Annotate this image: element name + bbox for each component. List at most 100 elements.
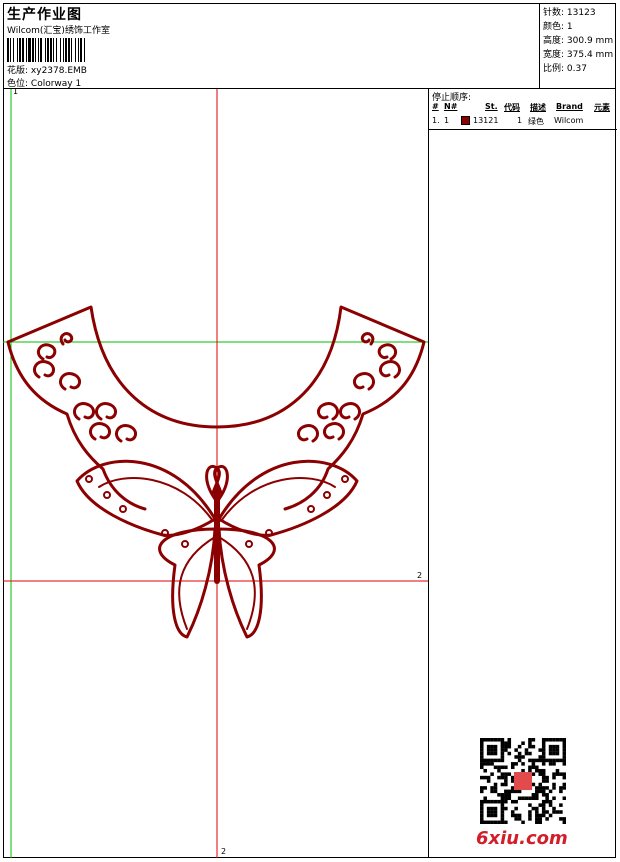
col-element: 元素 — [594, 103, 610, 112]
qr-module — [510, 762, 515, 766]
qr-module — [504, 765, 508, 770]
qr-module — [493, 751, 498, 756]
qr-module — [524, 796, 529, 801]
table-divider — [429, 129, 617, 130]
qr-module — [507, 789, 512, 794]
qr-module — [552, 748, 556, 752]
barcode-bar — [63, 38, 64, 62]
qr-module — [504, 741, 508, 745]
qr-module — [538, 782, 543, 787]
qr-module — [528, 738, 532, 742]
qr-module — [545, 793, 549, 797]
qr-module — [500, 758, 505, 763]
stat-colors: 颜色: 1 — [543, 19, 573, 32]
barcode-bar — [19, 38, 21, 62]
stat-width-label: 宽度: — [543, 50, 565, 60]
qr-module — [555, 758, 560, 763]
qr-module — [504, 793, 508, 797]
qr-module — [486, 751, 491, 756]
qr-module — [552, 744, 556, 749]
qr-module — [517, 789, 522, 794]
qr-module — [562, 775, 566, 780]
qr-module — [555, 772, 560, 776]
barcode-bar — [80, 38, 82, 62]
stat-width: 宽度: 375.4 mm — [543, 47, 613, 60]
qr-module — [552, 786, 556, 790]
qr-module — [559, 738, 563, 742]
qr-module — [562, 817, 566, 821]
qr-module — [535, 813, 539, 818]
qr-module — [541, 775, 546, 780]
qr-module — [541, 779, 546, 783]
qr-module — [507, 741, 512, 745]
qr-module — [545, 779, 549, 783]
qr-module — [548, 803, 553, 807]
qr-module — [514, 762, 518, 766]
qr-module — [480, 803, 484, 807]
qr-module — [521, 820, 525, 824]
stop-sequence-header: # N# St. 代码 描述 Brand 元素 — [432, 102, 616, 114]
qr-module — [535, 820, 539, 824]
qr-module — [517, 796, 522, 801]
qr-module — [562, 741, 566, 745]
qr-module — [552, 772, 556, 776]
barcode — [7, 38, 85, 62]
qr-module — [541, 758, 546, 763]
row-code: 1 — [517, 116, 523, 125]
qr-module — [493, 820, 498, 824]
qr-module — [541, 741, 546, 745]
qr-module — [480, 789, 484, 794]
qr-module — [480, 786, 484, 790]
qr-module — [493, 806, 498, 811]
stat-colors-value: 1 — [566, 22, 573, 32]
qr-module — [552, 751, 556, 756]
qr-module — [562, 786, 566, 790]
qr-module — [559, 772, 563, 776]
qr-module — [552, 762, 556, 766]
stat-stitches: 针数: 13123 — [543, 5, 596, 18]
qr-module — [552, 796, 556, 801]
qr-module — [480, 748, 484, 752]
qr-module — [541, 751, 546, 756]
qr-module — [562, 744, 566, 749]
qr-module — [541, 768, 546, 773]
barcode-bar — [26, 38, 27, 62]
qr-module — [548, 789, 553, 794]
qr-module — [493, 789, 498, 794]
barcode-bar — [78, 38, 79, 62]
qr-module — [545, 796, 549, 801]
qr-module — [562, 738, 566, 742]
qr-module — [545, 810, 549, 814]
qr-module — [541, 786, 546, 790]
qr-module — [552, 782, 556, 787]
qr-module — [559, 817, 563, 821]
qr-module — [562, 820, 566, 824]
qr-module — [497, 738, 501, 742]
qr-module — [555, 751, 560, 756]
qr-module — [552, 738, 556, 742]
stat-scale-label: 比例: — [543, 64, 565, 74]
qr-module — [555, 768, 560, 773]
qr-module — [555, 738, 560, 742]
barcode-bar — [38, 38, 39, 62]
qr-module — [500, 782, 505, 787]
qr-module — [521, 741, 525, 745]
stat-height: 高度: 300.9 mm — [543, 33, 613, 46]
row-brand: Wilcom — [554, 116, 584, 125]
qr-module — [559, 810, 563, 814]
qr-module — [490, 813, 494, 818]
qr-module — [562, 782, 566, 787]
qr-module — [490, 751, 494, 756]
design-label: 花版: — [7, 66, 29, 76]
barcode-bar — [53, 38, 54, 62]
page-title: 生产作业图 — [7, 7, 82, 23]
col-description: 描述 — [530, 103, 546, 112]
qr-module — [504, 779, 508, 783]
qr-module — [545, 758, 549, 763]
qr-module — [510, 765, 515, 770]
qr-module — [545, 738, 549, 742]
stats-panel: 针数: 13123 颜色: 1 高度: 300.9 mm 宽度: 375.4 m… — [539, 3, 616, 88]
qr-module — [493, 765, 498, 770]
row-stitches: 13121 — [473, 116, 499, 125]
qr-module — [490, 758, 494, 763]
